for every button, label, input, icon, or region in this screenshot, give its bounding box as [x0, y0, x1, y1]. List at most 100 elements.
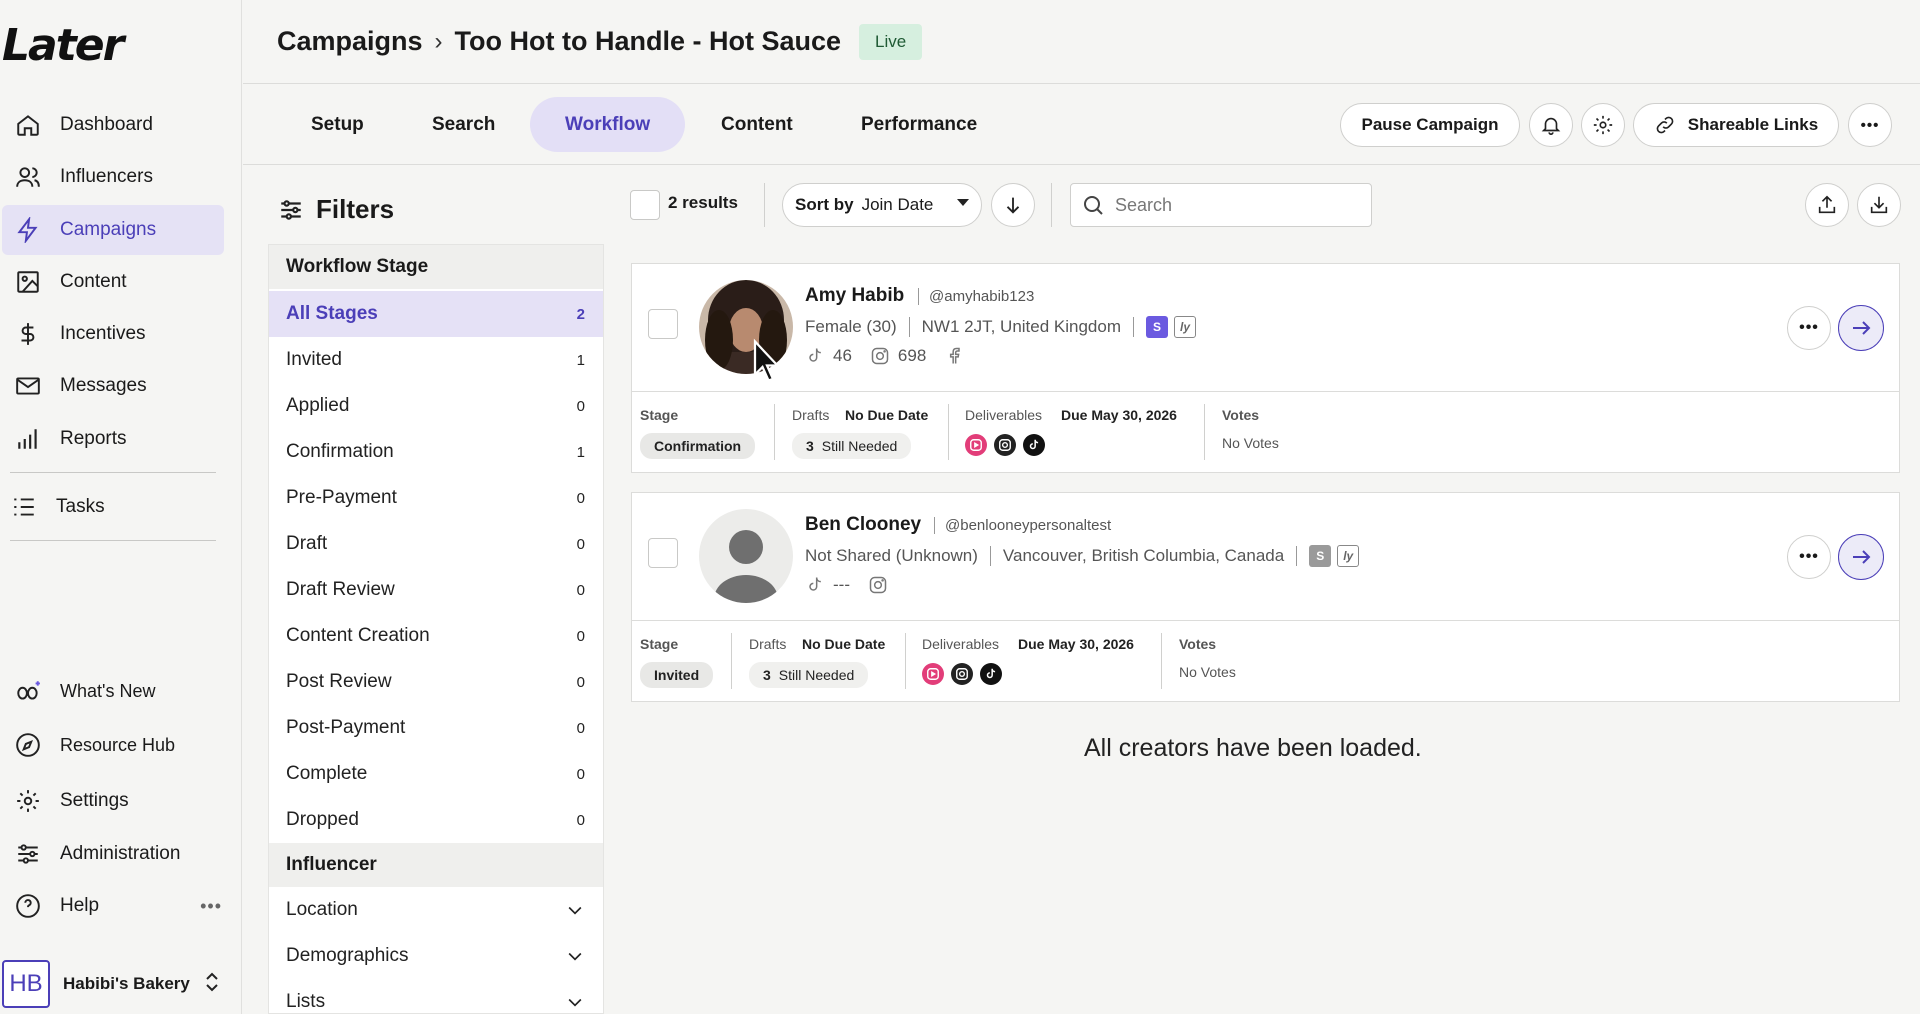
filter-stage-post-payment[interactable]: Post-Payment 0: [269, 705, 603, 751]
tiktok-count: ---: [833, 575, 850, 594]
tab-performance[interactable]: Performance: [826, 97, 1012, 152]
filter-count: 1: [576, 351, 585, 369]
filter-stage-dropped[interactable]: Dropped 0: [269, 797, 603, 843]
filter-label: Location: [286, 899, 358, 920]
later-logo[interactable]: Later: [0, 20, 140, 72]
pause-campaign-button[interactable]: Pause Campaign: [1340, 103, 1520, 147]
drafts-due: No Due Date: [802, 636, 886, 652]
creator-open-button[interactable]: [1838, 534, 1884, 580]
eyes-sparkle-icon: [14, 677, 42, 705]
filter-demographics[interactable]: Demographics: [269, 933, 603, 979]
link-icon: [1656, 116, 1674, 134]
instagram-post-icon: [994, 434, 1016, 456]
filter-count: 2: [576, 305, 585, 323]
creator-more-button[interactable]: •••: [1787, 535, 1831, 579]
filter-stage-confirmation[interactable]: Confirmation 1: [269, 429, 603, 475]
filter-label: Confirmation: [286, 441, 394, 462]
filter-stage-draft[interactable]: Draft 0: [269, 521, 603, 567]
filter-stage-complete[interactable]: Complete 0: [269, 751, 603, 797]
sidebar-item-dashboard[interactable]: Dashboard: [2, 100, 224, 150]
filter-stage-content-creation[interactable]: Content Creation 0: [269, 613, 603, 659]
tab-workflow[interactable]: Workflow: [530, 97, 686, 152]
filter-label: All Stages: [286, 303, 378, 324]
tab-setup[interactable]: Setup: [276, 97, 399, 152]
sidebar-item-help[interactable]: Help •••: [2, 881, 224, 931]
filter-count: 0: [576, 489, 585, 507]
filter-lists[interactable]: Lists: [269, 979, 603, 1014]
creator-name[interactable]: Amy Habib: [805, 285, 904, 307]
sort-dropdown[interactable]: Sort by Join Date: [782, 183, 982, 227]
deliverables-label: Deliverables: [965, 407, 1043, 423]
filter-stage-all[interactable]: All Stages 2: [269, 291, 603, 337]
sidebar-item-content[interactable]: Content: [2, 257, 224, 307]
image-icon: [14, 268, 42, 296]
tab-content[interactable]: Content: [686, 97, 828, 152]
creator-card: Ben Clooney @benlooneypersonaltest Not S…: [631, 492, 1900, 702]
download-button[interactable]: [1857, 183, 1901, 227]
creator-handle: @amyhabib123: [918, 288, 1034, 305]
sidebar-item-influencers[interactable]: Influencers: [2, 152, 224, 202]
details-divider: [1204, 404, 1205, 460]
shopmy-badge-icon: S: [1146, 316, 1169, 338]
sidebar-item-administration[interactable]: Administration: [2, 829, 224, 879]
still-count: 3: [806, 438, 814, 454]
more-dots-icon[interactable]: •••: [200, 896, 222, 917]
creator-handle: @benlooneypersonaltest: [934, 517, 1111, 534]
sort-direction-button[interactable]: [991, 183, 1035, 227]
search-input[interactable]: [1115, 194, 1355, 216]
creator-more-button[interactable]: •••: [1787, 306, 1831, 350]
details-divider: [905, 633, 906, 689]
stage-badge: Invited: [640, 662, 714, 688]
sidebar-item-incentives[interactable]: Incentives: [2, 309, 224, 359]
tiktok-deliverable-icon: [1023, 434, 1045, 456]
creator-avatar-placeholder[interactable]: [699, 509, 793, 603]
shopmy-badge-icon: S: [1309, 545, 1332, 567]
campaign-settings-button[interactable]: [1581, 103, 1625, 147]
votes-label: Votes: [1179, 636, 1217, 652]
sidebar-divider: [10, 540, 216, 541]
search-field[interactable]: [1070, 183, 1372, 227]
still-text: Still Needed: [778, 667, 855, 683]
filter-stage-draft-review[interactable]: Draft Review 0: [269, 567, 603, 613]
facebook-icon: [950, 347, 961, 364]
creator-checkbox[interactable]: [648, 538, 678, 568]
sidebar-item-settings[interactable]: Settings: [2, 776, 224, 826]
filter-label: Demographics: [286, 945, 409, 966]
details-divider: [1161, 633, 1162, 689]
filter-stage-pre-payment[interactable]: Pre-Payment 0: [269, 475, 603, 521]
sidebar-item-label: Campaigns: [60, 219, 157, 240]
breadcrumb-campaigns[interactable]: Campaigns: [277, 26, 423, 57]
creator-checkbox[interactable]: [648, 309, 678, 339]
toolbar-divider: [764, 183, 765, 227]
all-loaded-message: All creators have been loaded.: [1084, 734, 1422, 762]
tiktok-count: 46: [833, 346, 852, 365]
influencer-section: Influencer: [269, 843, 603, 887]
chevron-down-icon: [568, 906, 582, 915]
export-button[interactable]: [1805, 183, 1849, 227]
chevron-updown-icon: [204, 970, 220, 999]
creator-name[interactable]: Ben Clooney: [805, 514, 921, 536]
creator-gender-age: Female (30): [805, 317, 897, 336]
votes-value: No Votes: [1179, 664, 1236, 680]
sidebar-item-label: What's New: [60, 680, 156, 701]
sidebar-item-campaigns[interactable]: Campaigns: [2, 205, 224, 255]
creator-open-button[interactable]: [1838, 305, 1884, 351]
account-switcher[interactable]: HB Habibi's Bakery: [0, 954, 242, 1014]
filter-stage-applied[interactable]: Applied 0: [269, 383, 603, 429]
filter-stage-post-review[interactable]: Post Review 0: [269, 659, 603, 705]
notifications-button[interactable]: [1529, 103, 1573, 147]
compass-icon: [14, 731, 42, 759]
sidebar-item-reports[interactable]: Reports: [2, 414, 224, 464]
more-options-button[interactable]: •••: [1848, 103, 1892, 147]
sidebar-item-tasks[interactable]: Tasks: [2, 482, 224, 532]
sidebar-item-resource-hub[interactable]: Resource Hub: [2, 720, 224, 770]
filter-stage-invited[interactable]: Invited 1: [269, 337, 603, 383]
home-icon: [14, 111, 42, 139]
page-header: Campaigns › Too Hot to Handle - Hot Sauc…: [243, 0, 1920, 84]
filter-location[interactable]: Location: [269, 887, 603, 933]
tab-search[interactable]: Search: [397, 97, 530, 152]
sidebar-item-whats-new[interactable]: What's New: [2, 666, 224, 716]
sidebar-item-messages[interactable]: Messages: [2, 361, 224, 411]
shareable-links-button[interactable]: Shareable Links: [1633, 103, 1839, 147]
select-all-checkbox[interactable]: [630, 190, 660, 220]
